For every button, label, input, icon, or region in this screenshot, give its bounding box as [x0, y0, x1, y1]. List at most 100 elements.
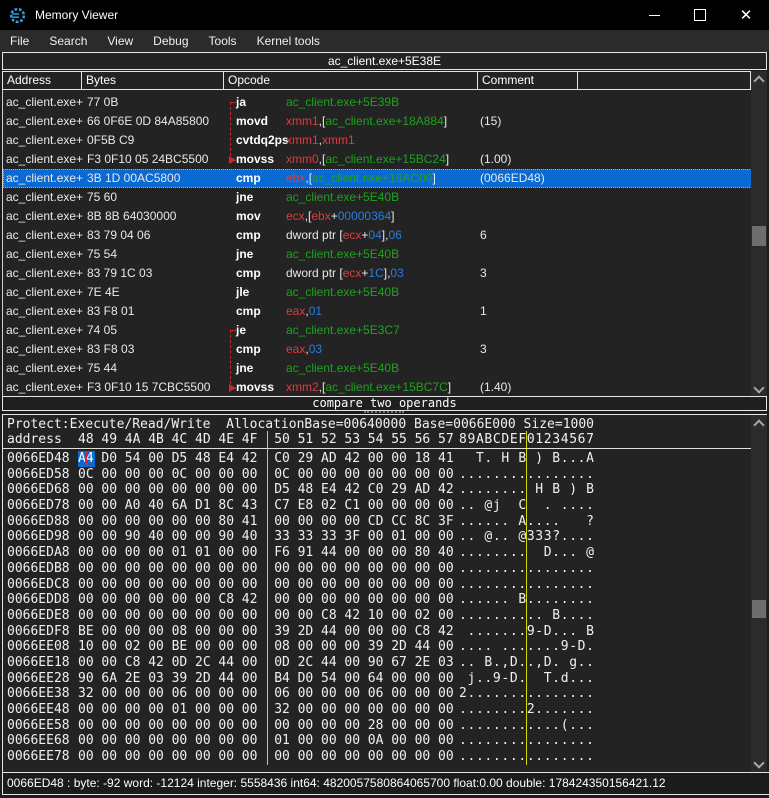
- hex-byte[interactable]: 00: [218, 702, 235, 718]
- disasm-row[interactable]: ac_client.exe+83 F8 01cmpeax,011: [3, 302, 752, 321]
- hex-byte[interactable]: 42: [344, 451, 361, 467]
- hex-byte[interactable]: 00: [415, 592, 432, 608]
- hex-byte[interactable]: 3F: [344, 529, 361, 545]
- hex-byte[interactable]: C8: [415, 624, 432, 640]
- hex-byte[interactable]: 00: [344, 467, 361, 483]
- hex-byte[interactable]: 00: [172, 718, 189, 734]
- hex-byte[interactable]: 08: [274, 639, 291, 655]
- hex-byte[interactable]: 42: [438, 624, 455, 640]
- hex-byte[interactable]: 00: [195, 639, 212, 655]
- hex-byte[interactable]: 42: [148, 655, 165, 671]
- hex-byte[interactable]: 00: [242, 702, 259, 718]
- hex-byte[interactable]: 39: [172, 671, 189, 687]
- hex-byte[interactable]: 02: [125, 639, 142, 655]
- hex-byte[interactable]: 00: [148, 686, 165, 702]
- hex-byte[interactable]: 00: [172, 749, 189, 765]
- hex-byte[interactable]: 00: [321, 733, 338, 749]
- hex-byte[interactable]: 00: [195, 686, 212, 702]
- column-header-opcode[interactable]: Opcode: [223, 71, 477, 90]
- hex-byte[interactable]: 00: [218, 718, 235, 734]
- hex-byte[interactable]: 00: [242, 482, 259, 498]
- hex-byte[interactable]: 01: [391, 529, 408, 545]
- hex-byte[interactable]: 00: [344, 686, 361, 702]
- hex-byte[interactable]: 00: [415, 686, 432, 702]
- column-header-empty[interactable]: [577, 71, 751, 90]
- hex-byte[interactable]: 00: [101, 592, 118, 608]
- hex-byte[interactable]: 00: [274, 718, 291, 734]
- disasm-row[interactable]: ac_client.exe+F3 0F10 05 24BC5500movssxm…: [3, 150, 752, 169]
- hex-byte[interactable]: 44: [321, 655, 338, 671]
- hex-byte[interactable]: 00: [218, 482, 235, 498]
- hex-byte[interactable]: 00: [321, 686, 338, 702]
- hex-byte[interactable]: 00: [101, 467, 118, 483]
- hex-byte[interactable]: D0: [101, 451, 118, 467]
- hex-byte[interactable]: C0: [368, 482, 385, 498]
- hex-byte[interactable]: 00: [125, 718, 142, 734]
- hex-byte[interactable]: 03: [438, 655, 455, 671]
- hex-byte[interactable]: 00: [321, 718, 338, 734]
- scroll-up-icon[interactable]: [753, 75, 764, 86]
- disasm-row[interactable]: ac_client.exe+0F5B C9cvtdq2psxmm1,xmm1: [3, 131, 752, 150]
- hex-byte[interactable]: 2C: [195, 655, 212, 671]
- hex-byte[interactable]: 43: [242, 498, 259, 514]
- hex-byte[interactable]: 00: [101, 482, 118, 498]
- hex-byte[interactable]: 00: [415, 467, 432, 483]
- hex-byte[interactable]: 54: [321, 671, 338, 687]
- hex-byte[interactable]: 00: [101, 608, 118, 624]
- hex-byte[interactable]: 00: [321, 639, 338, 655]
- hex-byte[interactable]: 42: [438, 482, 455, 498]
- hex-byte[interactable]: 00: [438, 467, 455, 483]
- hex-byte[interactable]: 00: [368, 561, 385, 577]
- hex-byte[interactable]: 00: [415, 718, 432, 734]
- hex-byte[interactable]: 00: [274, 561, 291, 577]
- disasm-row[interactable]: ac_client.exe+83 79 1C 03cmpdword ptr [e…: [3, 264, 752, 283]
- hex-byte[interactable]: 00: [78, 592, 95, 608]
- menu-item-kernel-tools[interactable]: Kernel tools: [247, 30, 330, 52]
- hex-byte[interactable]: 00: [368, 592, 385, 608]
- hex-byte[interactable]: 33: [321, 529, 338, 545]
- hex-byte[interactable]: 10: [78, 639, 95, 655]
- disasm-row[interactable]: ac_client.exe+7E 4Ejleac_client.exe+5E40…: [3, 283, 752, 302]
- hex-byte[interactable]: C8: [125, 655, 142, 671]
- close-button[interactable]: ✕: [723, 0, 769, 30]
- hex-byte[interactable]: 00: [195, 561, 212, 577]
- hex-byte[interactable]: AD: [321, 451, 338, 467]
- hex-byte[interactable]: 00: [391, 451, 408, 467]
- hex-byte[interactable]: 00: [274, 749, 291, 765]
- hex-byte[interactable]: 00: [438, 718, 455, 734]
- hex-byte[interactable]: 00: [125, 561, 142, 577]
- hex-byte[interactable]: 00: [218, 608, 235, 624]
- hex-byte[interactable]: 00: [125, 577, 142, 593]
- hex-byte[interactable]: 44: [218, 671, 235, 687]
- hex-byte[interactable]: 00: [242, 467, 259, 483]
- hex-byte[interactable]: 00: [125, 467, 142, 483]
- hex-byte[interactable]: 00: [415, 733, 432, 749]
- hex-byte[interactable]: 00: [242, 733, 259, 749]
- column-header-comment[interactable]: Comment: [477, 71, 577, 90]
- hex-byte[interactable]: 80: [218, 514, 235, 530]
- hex-byte[interactable]: 00: [242, 686, 259, 702]
- hex-byte[interactable]: 00: [78, 749, 95, 765]
- hex-byte[interactable]: 00: [274, 608, 291, 624]
- hex-byte[interactable]: 00: [438, 686, 455, 702]
- hex-byte[interactable]: 01: [172, 702, 189, 718]
- hex-scrollbar-thumb[interactable]: [752, 600, 766, 618]
- hex-byte[interactable]: 00: [172, 577, 189, 593]
- hex-byte[interactable]: 00: [298, 639, 315, 655]
- hex-byte[interactable]: 00: [242, 655, 259, 671]
- hex-byte[interactable]: 02: [415, 608, 432, 624]
- hex-byte[interactable]: 00: [101, 514, 118, 530]
- hex-byte[interactable]: 44: [321, 545, 338, 561]
- hex-byte[interactable]: 0C: [274, 467, 291, 483]
- hex-byte[interactable]: 00: [344, 733, 361, 749]
- current-address-panel[interactable]: ac_client.exe+5E38E: [2, 52, 767, 70]
- hex-byte[interactable]: 00: [298, 592, 315, 608]
- hex-byte[interactable]: 00: [195, 577, 212, 593]
- hex-byte[interactable]: 00: [195, 733, 212, 749]
- hex-byte[interactable]: 00: [148, 592, 165, 608]
- hex-byte[interactable]: 00: [148, 702, 165, 718]
- hex-byte[interactable]: 00: [344, 702, 361, 718]
- hex-byte[interactable]: 8C: [218, 498, 235, 514]
- minimize-button[interactable]: [631, 0, 677, 30]
- hex-byte[interactable]: 00: [218, 561, 235, 577]
